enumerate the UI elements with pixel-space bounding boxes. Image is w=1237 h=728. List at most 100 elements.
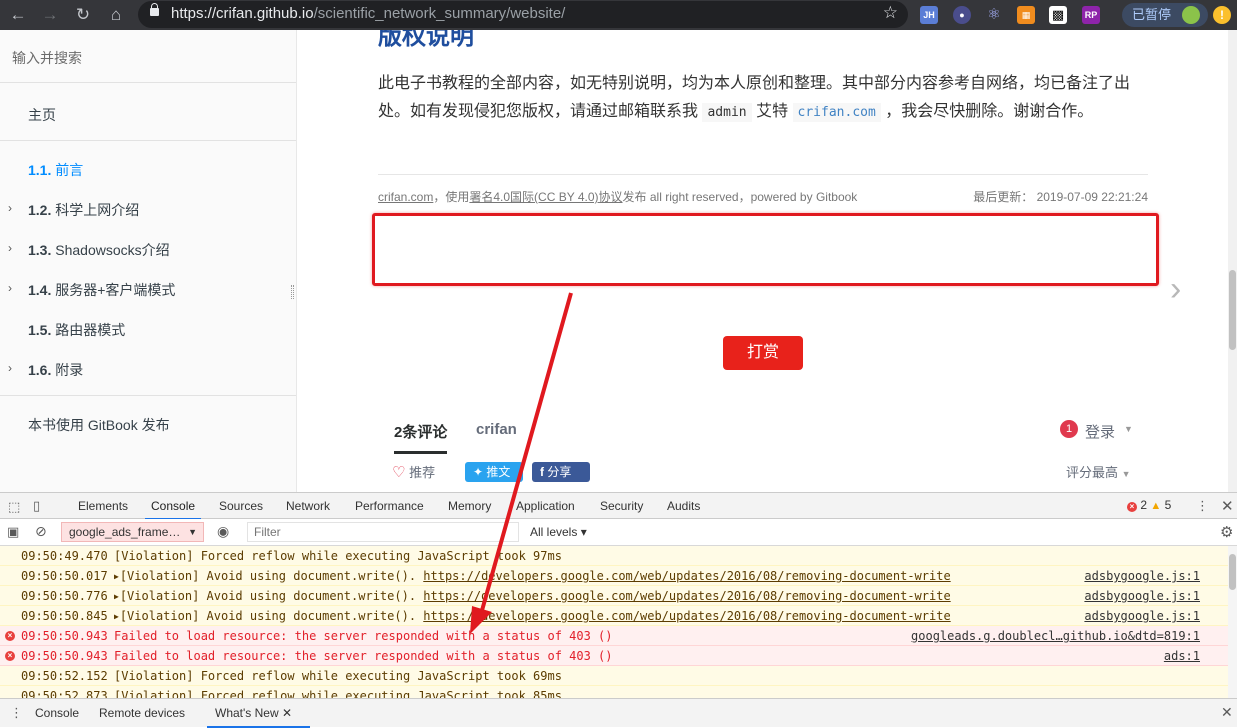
console-scrollbar[interactable] (1228, 546, 1237, 698)
sort-label: 评分最高 (1066, 465, 1119, 480)
notification-badge[interactable]: 1 (1060, 420, 1078, 438)
console-warning-row[interactable]: 09:50:52.152 [Violation] Forced reflow wh… (0, 666, 1228, 686)
expand-triangle-icon[interactable]: ▶ (114, 592, 119, 601)
context-select[interactable]: google_ads_frame… ▼ (61, 522, 204, 542)
levels-label: All levels (530, 525, 578, 539)
facebook-share-button[interactable]: f 分享 (532, 462, 590, 482)
tab-comments[interactable]: 2条评论 (394, 421, 448, 454)
close-tab-icon[interactable]: ✕ (279, 706, 292, 720)
tab-sources[interactable]: Sources (219, 499, 263, 513)
sidebar-item-shadowsocks[interactable]: 1.3. Shadowsocks介绍 (28, 240, 170, 260)
tab-performance[interactable]: Performance (355, 499, 424, 513)
gear-icon[interactable]: ⚙ (1220, 523, 1233, 541)
expand-triangle-icon[interactable]: ▶ (114, 612, 119, 621)
reward-button[interactable]: 打赏 (723, 336, 803, 370)
search-input[interactable]: 输入并搜索 (12, 48, 82, 68)
chrome-menu-warning-icon[interactable]: ! (1213, 6, 1231, 24)
levels-dropdown[interactable]: All levels ▾ (530, 525, 587, 539)
console-source-link[interactable]: adsbygoogle.js:1 (1084, 566, 1200, 586)
sidebar-item-appendix[interactable]: 1.6. 附录 (28, 360, 83, 380)
login-button[interactable]: 登录 (1085, 421, 1115, 442)
console-error-row[interactable]: × 09:50:50.943 Failed to load resource: th… (0, 646, 1228, 666)
home-icon[interactable]: ⌂ (104, 3, 128, 27)
tab-memory[interactable]: Memory (448, 499, 491, 513)
tab-security[interactable]: Security (600, 499, 643, 513)
chevron-right-icon[interactable]: › (8, 281, 12, 295)
tweet-button[interactable]: ✦ 推文 (465, 462, 523, 482)
sidebar-resize-handle[interactable] (291, 285, 294, 299)
url-text[interactable]: https://crifan.github.io/scientific_netw… (171, 5, 565, 22)
console-warning-row[interactable]: 09:50:50.845 ▶[Violation] Avoid using doc… (0, 606, 1228, 626)
license-link[interactable]: 署名4.0国际(CC BY 4.0)协议 (469, 190, 622, 204)
console-source-link[interactable]: googleads.g.doublecl…github.io&dtd=819:1 (911, 626, 1200, 646)
scrollbar-thumb[interactable] (1229, 270, 1236, 350)
tab-site[interactable]: crifan (476, 421, 517, 438)
tab-network[interactable]: Network (286, 499, 330, 513)
console-warning-row[interactable]: 09:50:50.017 ▶[Violation] Avoid using doc… (0, 566, 1228, 586)
console-source-link[interactable]: adsbygoogle.js:1 (1084, 606, 1200, 626)
filter-field[interactable] (247, 522, 519, 542)
console-link[interactable]: https://developers.google.com/web/update… (423, 589, 950, 603)
inspect-element-icon[interactable]: ⬚ (8, 499, 20, 515)
drawer-tab-remote-devices[interactable]: Remote devices (99, 706, 185, 720)
device-toolbar-icon[interactable]: ▯ (33, 498, 40, 514)
console-warning-row[interactable]: 09:50:50.776 ▶[Violation] Avoid using doc… (0, 586, 1228, 606)
console-warning-row[interactable]: 09:50:49.470 [Violation] Forced reflow wh… (0, 546, 1228, 566)
console-source-link[interactable]: adsbygoogle.js:1 (1084, 586, 1200, 606)
filter-input[interactable] (248, 523, 518, 541)
close-drawer-icon[interactable]: ✕ (1221, 704, 1233, 721)
sidebar-item-router[interactable]: 1.5. 路由器模式 (28, 320, 125, 340)
extension-rp-icon[interactable]: RP (1082, 6, 1100, 24)
console-error-row[interactable]: × 09:50:50.943 Failed to load resource: th… (0, 626, 1228, 646)
back-icon[interactable]: ← (6, 3, 30, 27)
sidebar-item-home[interactable]: 主页 (28, 105, 56, 125)
tab-application[interactable]: Application (516, 499, 575, 513)
sidebar-toggle-icon[interactable]: ▣ (7, 524, 19, 540)
sidebar-item-preface[interactable]: 1.1. 前言 (28, 160, 83, 180)
tab-elements[interactable]: Elements (78, 499, 128, 513)
clear-console-icon[interactable]: ⊘ (35, 523, 47, 540)
console-message-text: [Violation] Forced reflow while executin… (114, 689, 562, 698)
drawer-tab-what-s-new[interactable]: What's New ✕ (206, 706, 311, 728)
profile-paused-button[interactable]: 已暂停 (1122, 3, 1208, 27)
close-icon[interactable]: ✕ (1221, 497, 1234, 515)
address-bar[interactable]: https://crifan.github.io/scientific_netw… (138, 1, 908, 28)
divider (0, 140, 296, 141)
extension-jh-icon[interactable]: JH (920, 6, 938, 24)
bookmark-star-icon[interactable]: ☆ (883, 3, 898, 23)
console-link[interactable]: https://developers.google.com/web/update… (423, 569, 950, 583)
extension-globe-icon[interactable]: ● (953, 6, 971, 24)
tab-console[interactable]: Console (144, 499, 202, 520)
tab-audits[interactable]: Audits (667, 499, 700, 513)
chevron-right-icon[interactable]: › (8, 361, 12, 375)
eye-icon[interactable]: ◉ (217, 523, 229, 540)
code-domain: crifan.com (792, 103, 881, 122)
scrollbar-thumb[interactable] (1229, 554, 1236, 590)
drawer-menu-icon[interactable]: ⋮ (10, 705, 23, 721)
console-source-link[interactable]: ads:1 (1164, 646, 1200, 666)
chevron-down-icon[interactable]: ▼ (1124, 424, 1133, 434)
kebab-menu-icon[interactable]: ⋮ (1196, 498, 1209, 514)
reload-icon[interactable]: ↻ (71, 3, 95, 27)
recommend-button[interactable]: ♡ 推荐 (392, 462, 435, 481)
chevron-right-icon[interactable]: › (8, 201, 12, 215)
page-scrollbar[interactable] (1228, 30, 1237, 492)
extension-orange-icon[interactable]: ▦ (1017, 6, 1035, 24)
drawer-tab-console[interactable]: Console (35, 706, 79, 720)
chevron-right-icon[interactable]: › (8, 241, 12, 255)
expand-triangle-icon[interactable]: ▶ (114, 572, 119, 581)
extension-react-icon[interactable]: ⚛ (985, 6, 1003, 24)
next-page-icon[interactable]: › (1170, 270, 1181, 309)
console-warning-row[interactable]: 09:50:52.873 [Violation] Forced reflow wh… (0, 686, 1228, 698)
site-link[interactable]: crifan.com (378, 190, 433, 204)
devtools-drawer-tabs: ⋮ Console Remote devices What's New ✕ ✕ (0, 698, 1237, 728)
console-link[interactable]: https://developers.google.com/web/update… (423, 609, 950, 623)
sort-dropdown[interactable]: 评分最高 ▼ (1066, 462, 1131, 481)
console-message-text: Failed to load resource: the server resp… (114, 629, 613, 643)
extension-qrcode-icon[interactable]: ▩ (1049, 6, 1067, 24)
sidebar-item-server-client[interactable]: 1.4. 服务器+客户端模式 (28, 280, 175, 300)
gitbook-published-link[interactable]: 本书使用 GitBook 发布 (28, 415, 170, 435)
issue-counts[interactable]: × 2 ▲ 5 (1127, 498, 1171, 512)
sidebar-item-intro[interactable]: 1.2. 科学上网介绍 (28, 200, 139, 220)
forward-icon[interactable]: → (38, 3, 62, 27)
